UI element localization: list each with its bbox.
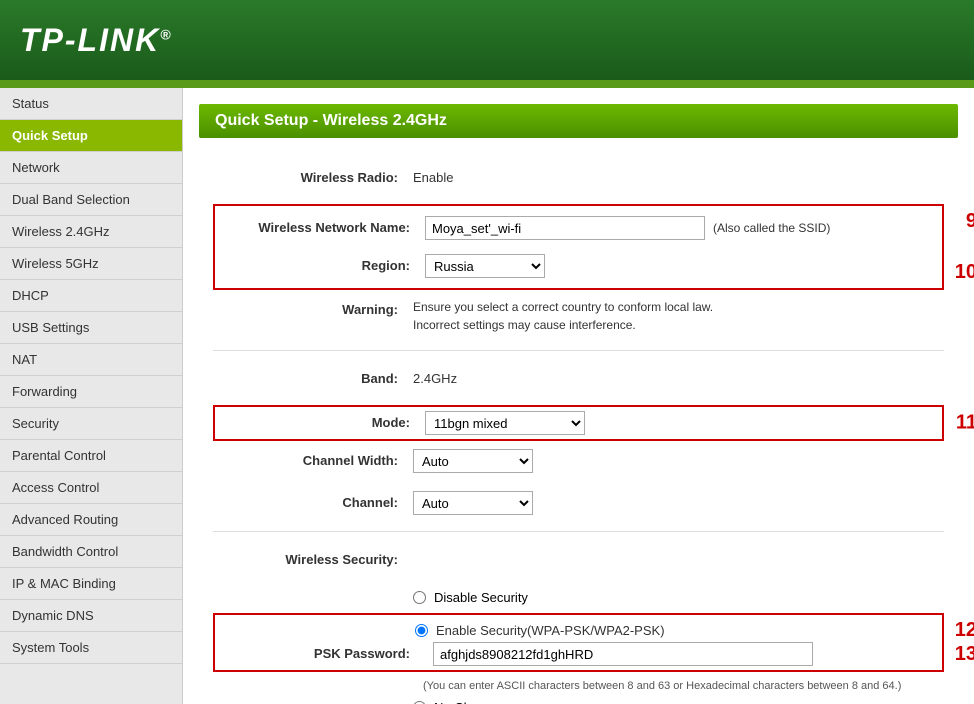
channel-row: Channel: Auto 1234 5678 910111213 xyxy=(213,487,944,519)
band-row: Band: 2.4GHz xyxy=(213,363,944,395)
step-12: 12 xyxy=(955,619,974,642)
logo-reg: ® xyxy=(160,26,172,42)
sidebar-item-wireless-5[interactable]: Wireless 5GHz xyxy=(0,248,182,280)
warning-text: Ensure you select a correct country to c… xyxy=(413,298,944,334)
sidebar-item-ip-mac-binding[interactable]: IP & MAC Binding xyxy=(0,568,182,600)
step-11: 11 xyxy=(956,412,974,435)
mode-label: Mode: xyxy=(225,411,425,435)
psk-password-row: PSK Password: xyxy=(225,642,932,666)
enable-security-label: Enable Security(WPA-PSK/WPA2-PSK) xyxy=(436,623,665,638)
step-9: 9 xyxy=(966,210,974,233)
divider-1 xyxy=(213,350,944,351)
sidebar-item-forwarding[interactable]: Forwarding xyxy=(0,376,182,408)
content-area: Quick Setup - Wireless 2.4GHz Wireless R… xyxy=(183,88,974,704)
mode-select[interactable]: 11bgn mixed 11b only 11g only 11n only xyxy=(425,411,585,435)
disable-security-radio[interactable] xyxy=(413,591,426,604)
no-change-row: No Change xyxy=(213,696,944,704)
warning-content: Ensure you select a correct country to c… xyxy=(413,298,713,334)
logo: TP-LINK® xyxy=(20,22,173,59)
channel-width-label: Channel Width: xyxy=(213,449,413,473)
sidebar-item-dhcp[interactable]: DHCP xyxy=(0,280,182,312)
psk-password-input[interactable] xyxy=(433,642,813,666)
channel-label: Channel: xyxy=(213,491,413,515)
enable-security-radio[interactable] xyxy=(415,624,428,637)
ssid-hint: (Also called the SSID) xyxy=(713,216,830,240)
page-title: Quick Setup - Wireless 2.4GHz xyxy=(215,112,447,129)
ssid-input[interactable] xyxy=(425,216,705,240)
logo-text: TP-LINK xyxy=(20,22,160,58)
channel-value: Auto 1234 5678 910111213 xyxy=(413,491,944,515)
sidebar-item-dynamic-dns[interactable]: Dynamic DNS xyxy=(0,600,182,632)
psk-password-label: PSK Password: xyxy=(225,642,425,666)
sidebar-item-network[interactable]: Network xyxy=(0,152,182,184)
sidebar-item-parental-control[interactable]: Parental Control xyxy=(0,440,182,472)
sidebar-item-usb-settings[interactable]: USB Settings xyxy=(0,312,182,344)
header: TP-LINK® xyxy=(0,0,974,80)
divider-2 xyxy=(213,531,944,532)
wireless-security-row: Wireless Security: xyxy=(213,544,944,576)
main-layout: Status Quick Setup Network Dual Band Sel… xyxy=(0,88,974,704)
wireless-radio-row: Wireless Radio: Enable xyxy=(213,162,944,194)
enable-security-row: Enable Security(WPA-PSK/WPA2-PSK) xyxy=(225,619,932,642)
warning-label: Warning: xyxy=(213,298,413,322)
form-area: Wireless Radio: Enable Wireless Network … xyxy=(183,154,974,704)
channel-width-select[interactable]: Auto 20MHz 40MHz xyxy=(413,449,533,473)
step-13: 13 xyxy=(955,643,974,666)
enable-security-section: Enable Security(WPA-PSK/WPA2-PSK) PSK Pa… xyxy=(213,613,944,672)
sidebar-item-bandwidth-control[interactable]: Bandwidth Control xyxy=(0,536,182,568)
band-label: Band: xyxy=(213,367,413,391)
page-title-bar: Quick Setup - Wireless 2.4GHz xyxy=(199,104,958,138)
disable-security-label: Disable Security xyxy=(434,590,528,605)
sidebar-item-system-tools[interactable]: System Tools xyxy=(0,632,182,664)
channel-width-value: Auto 20MHz 40MHz xyxy=(413,449,944,473)
sidebar-item-quick-setup[interactable]: Quick Setup xyxy=(0,120,182,152)
network-name-region-section: Wireless Network Name: (Also called the … xyxy=(213,204,944,290)
network-name-row: Wireless Network Name: (Also called the … xyxy=(225,212,932,244)
region-value: Russia United States China Europe xyxy=(425,254,932,278)
no-change-label: No Change xyxy=(434,700,500,704)
warning-row: Warning: Ensure you select a correct cou… xyxy=(213,294,944,338)
sidebar: Status Quick Setup Network Dual Band Sel… xyxy=(0,88,183,704)
sidebar-item-advanced-routing[interactable]: Advanced Routing xyxy=(0,504,182,536)
sidebar-item-wireless-24[interactable]: Wireless 2.4GHz xyxy=(0,216,182,248)
channel-select[interactable]: Auto 1234 5678 910111213 xyxy=(413,491,533,515)
sidebar-item-nat[interactable]: NAT xyxy=(0,344,182,376)
network-name-value: (Also called the SSID) xyxy=(425,216,932,240)
mode-value: 11bgn mixed 11b only 11g only 11n only xyxy=(425,411,932,435)
disable-security-row: Disable Security xyxy=(213,586,944,609)
wireless-radio-value: Enable xyxy=(413,166,944,190)
step-10: 10 xyxy=(955,261,974,284)
band-value: 2.4GHz xyxy=(413,367,944,391)
network-name-label: Wireless Network Name: xyxy=(225,216,425,240)
wireless-radio-label: Wireless Radio: xyxy=(213,166,413,190)
region-label: Region: xyxy=(225,254,425,278)
sidebar-item-status[interactable]: Status xyxy=(0,88,182,120)
region-select[interactable]: Russia United States China Europe xyxy=(425,254,545,278)
psk-hint: (You can enter ASCII characters between … xyxy=(213,676,944,696)
channel-width-row: Channel Width: Auto 20MHz 40MHz xyxy=(213,445,944,477)
wireless-security-label: Wireless Security: xyxy=(213,548,413,572)
region-row: Region: Russia United States China Europ… xyxy=(225,250,932,282)
mode-section: Mode: 11bgn mixed 11b only 11g only 11n … xyxy=(213,405,944,441)
sidebar-item-security[interactable]: Security xyxy=(0,408,182,440)
green-bar xyxy=(0,80,974,88)
sidebar-item-dual-band[interactable]: Dual Band Selection xyxy=(0,184,182,216)
sidebar-item-access-control[interactable]: Access Control xyxy=(0,472,182,504)
